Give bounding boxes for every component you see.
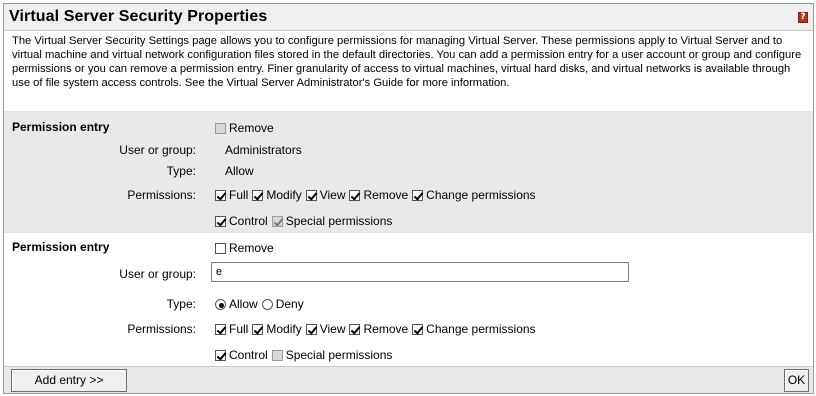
ok-button[interactable]: OK xyxy=(784,369,809,392)
type-value: Allow xyxy=(225,164,254,178)
perm-change-label: Change permissions xyxy=(426,322,536,336)
footer-bar: Add entry >> OK xyxy=(4,366,813,393)
perm-special-label: Special permissions xyxy=(285,348,393,362)
perm-full-checkbox[interactable] xyxy=(215,190,226,201)
perm-view-label: View xyxy=(319,188,346,202)
perm-control-checkbox[interactable] xyxy=(215,350,226,361)
permissions-label: Permissions: xyxy=(127,322,196,336)
perm-view-checkbox[interactable] xyxy=(305,190,317,201)
type-radio-group: Allow Deny xyxy=(215,297,308,311)
remove-entry-checkbox-row: Remove xyxy=(215,241,274,255)
perm-change-label: Change permissions xyxy=(426,188,536,202)
page-title: Virtual Server Security Properties xyxy=(9,8,268,25)
perm-control-checkbox[interactable] xyxy=(215,216,226,227)
perm-change-checkbox[interactable] xyxy=(412,190,424,201)
add-entry-button[interactable]: Add entry >> xyxy=(11,369,127,392)
permissions-label: Permissions: xyxy=(127,188,196,202)
user-or-group-value: Administrators xyxy=(225,143,302,157)
remove-entry-checkbox[interactable] xyxy=(215,243,226,254)
perm-special-label: Special permissions xyxy=(285,214,393,228)
permissions-row-2: Control Special permissions xyxy=(215,348,396,362)
permission-entry-2: Permission entry Remove User or group: е… xyxy=(4,234,813,366)
remove-label: Remove xyxy=(229,241,274,255)
permission-entry-1: Permission entry Remove User or group: A… xyxy=(4,111,813,233)
perm-modify-label: Modify xyxy=(266,322,302,336)
help-icon[interactable]: ? xyxy=(798,12,808,23)
remove-label: Remove xyxy=(229,121,274,135)
perm-control-label: Control xyxy=(229,348,268,362)
permissions-row-2: Control Special permissions xyxy=(215,214,396,228)
perm-full-label: Full xyxy=(229,188,249,202)
perm-view-checkbox[interactable] xyxy=(305,324,317,335)
type-allow-label: Allow xyxy=(229,297,258,311)
permissions-row-1: Full Modify View Remove Change permissions xyxy=(215,322,540,336)
perm-view-label: View xyxy=(319,322,346,336)
user-or-group-label: User or group: xyxy=(119,267,196,281)
perm-remove-checkbox[interactable] xyxy=(349,324,361,335)
title-bar: Virtual Server Security Properties ? xyxy=(4,4,813,31)
perm-remove-label: Remove xyxy=(363,322,409,336)
perm-control-label: Control xyxy=(229,214,268,228)
type-label: Type: xyxy=(166,164,196,178)
perm-full-label: Full xyxy=(229,322,249,336)
remove-entry-checkbox-row: Remove xyxy=(215,121,274,135)
perm-modify-checkbox[interactable] xyxy=(252,324,264,335)
permissions-row-1: Full Modify View Remove Change permissions xyxy=(215,188,540,202)
perm-special-checkbox xyxy=(271,216,283,227)
perm-full-checkbox[interactable] xyxy=(215,324,226,335)
type-deny-radio[interactable] xyxy=(261,299,273,310)
properties-panel: Virtual Server Security Properties ? The… xyxy=(3,3,814,394)
permission-entry-title: Permission entry xyxy=(12,240,110,254)
remove-entry-checkbox[interactable] xyxy=(215,123,226,134)
type-label: Type: xyxy=(166,297,196,311)
user-or-group-input[interactable]: е xyxy=(211,262,629,282)
perm-remove-checkbox[interactable] xyxy=(349,190,361,201)
perm-change-checkbox[interactable] xyxy=(412,324,424,335)
perm-modify-label: Modify xyxy=(266,188,302,202)
type-deny-label: Deny xyxy=(275,297,304,311)
user-or-group-label: User or group: xyxy=(119,143,196,157)
perm-remove-label: Remove xyxy=(363,188,409,202)
type-allow-radio[interactable] xyxy=(215,299,226,310)
perm-modify-checkbox[interactable] xyxy=(252,190,264,201)
permission-entry-title: Permission entry xyxy=(12,120,110,134)
perm-special-checkbox xyxy=(271,350,283,361)
description-text: The Virtual Server Security Settings pag… xyxy=(12,35,802,89)
